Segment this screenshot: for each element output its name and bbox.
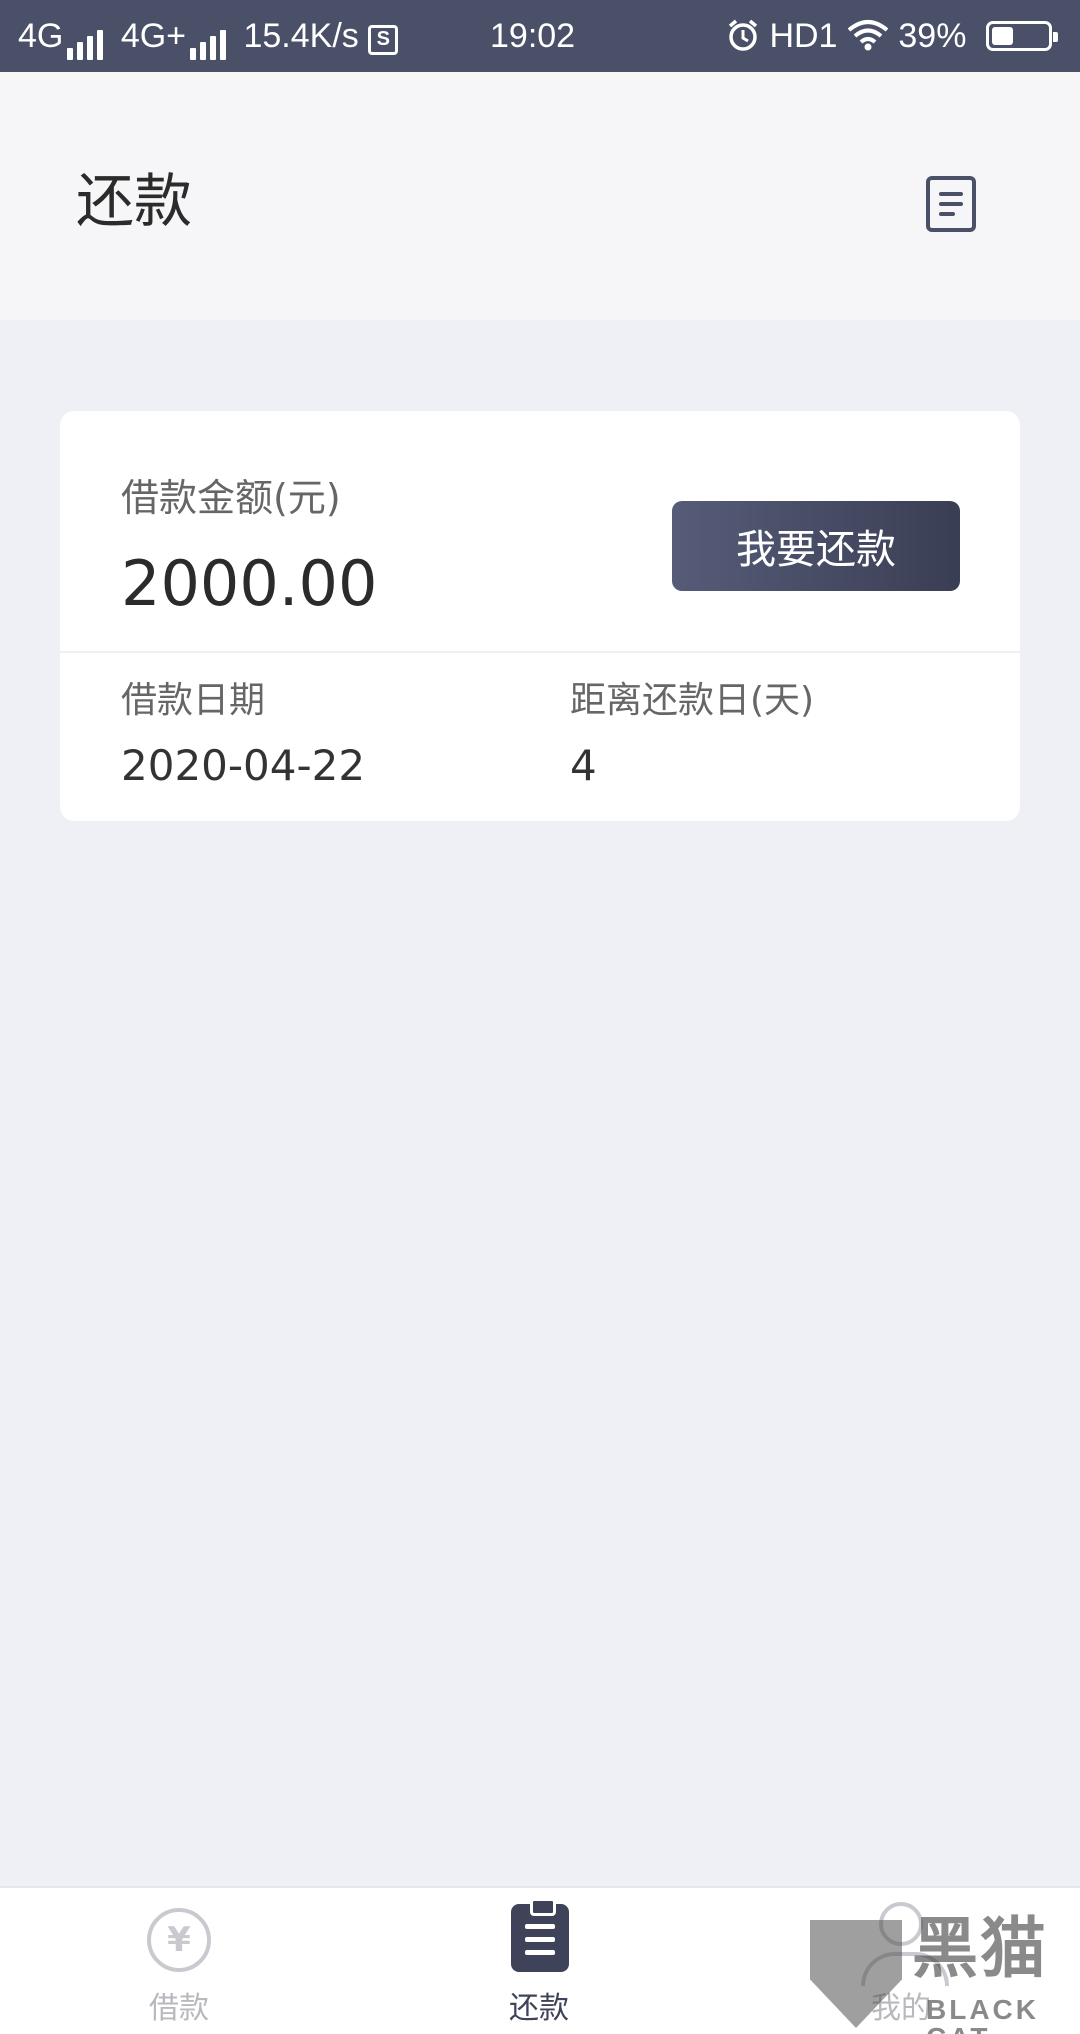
signal-icon bbox=[67, 20, 107, 60]
status-left: 4G 4G+ 15.4K/s S bbox=[18, 16, 399, 60]
battery-percent: 39% bbox=[898, 17, 967, 55]
loan-amount-label: 借款金额(元) bbox=[121, 476, 341, 520]
page-header: 还款 bbox=[0, 72, 1080, 320]
card-divider bbox=[60, 651, 1020, 653]
alarm-icon bbox=[726, 17, 769, 55]
loan-amount-value: 2000.00 bbox=[121, 547, 378, 620]
signal-icon bbox=[190, 20, 230, 60]
network-type-2: 4G+ bbox=[120, 17, 187, 55]
loan-date-label: 借款日期 bbox=[121, 680, 266, 721]
repay-button[interactable]: 我要还款 bbox=[672, 501, 960, 591]
watermark-cn-text: 黑猫 bbox=[912, 1910, 1048, 1987]
network-type-1: 4G bbox=[18, 17, 64, 55]
yen-circle-icon: ¥ bbox=[147, 1908, 211, 1972]
s-app-icon: S bbox=[368, 25, 399, 55]
wifi-icon bbox=[847, 17, 898, 55]
tab-repay[interactable]: 还款 bbox=[439, 1888, 639, 2034]
battery-fill bbox=[991, 27, 1013, 45]
tab-borrow[interactable]: ¥ 借款 bbox=[79, 1888, 279, 2034]
loan-card: 借款金额(元) 2000.00 我要还款 借款日期 2020-04-22 距离还… bbox=[60, 411, 1020, 821]
days-to-repay-value: 4 bbox=[570, 741, 597, 790]
loan-date-value: 2020-04-22 bbox=[121, 741, 366, 790]
status-right: HD1 39% bbox=[726, 16, 1058, 56]
hd-indicator: HD1 bbox=[769, 17, 838, 55]
battery-icon bbox=[985, 21, 1058, 51]
document-list-icon[interactable] bbox=[926, 176, 976, 232]
tab-label: 借款 bbox=[149, 1991, 209, 2026]
status-bar: 4G 4G+ 15.4K/s S 19:02 HD1 39% bbox=[0, 0, 1080, 72]
black-cat-watermark: 黑猫 BLACK CAT bbox=[808, 1914, 1080, 2034]
status-time: 19:02 bbox=[490, 17, 576, 55]
tab-label: 还款 bbox=[509, 1991, 569, 2026]
clipboard-icon bbox=[511, 1898, 569, 1972]
page-title: 还款 bbox=[76, 167, 193, 235]
cat-shield-logo-icon bbox=[810, 1920, 902, 2028]
days-to-repay-label: 距离还款日(天) bbox=[570, 680, 815, 721]
watermark-en-text: BLACK CAT bbox=[926, 1994, 1039, 2034]
network-speed: 15.4K/s bbox=[243, 17, 359, 55]
